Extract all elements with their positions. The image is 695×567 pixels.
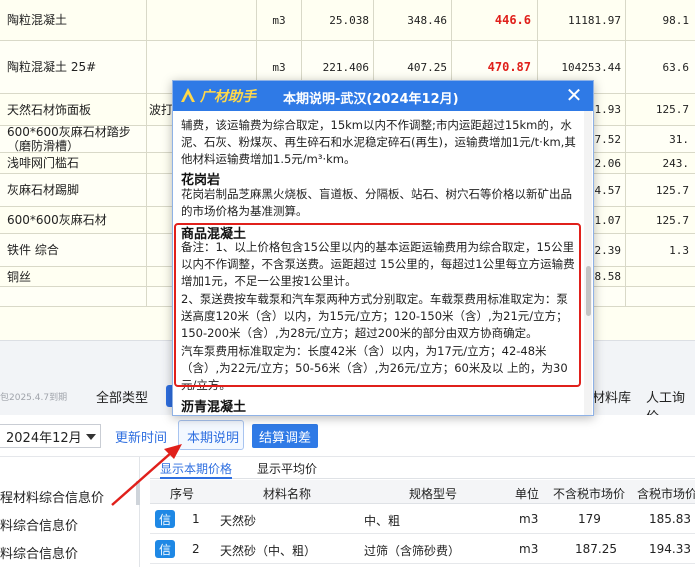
cell-material-name: 铁件 综合 — [0, 234, 147, 266]
tab-average-price[interactable]: 显示平均价 — [257, 460, 317, 477]
period-select-value: 2024年12月 — [6, 430, 82, 446]
price-subtabs: 显示本期价格 显示平均价 — [150, 457, 695, 479]
period-explain-dialog: 广材助手 本期说明-武汉(2024年12月) ✕ 辅费，该运输费为综合取定，15… — [172, 80, 594, 416]
section-title-asphalt: 沥青混凝土 — [181, 400, 247, 415]
cell-seq: 1 — [192, 512, 200, 526]
header-spec: 规格型号 — [409, 487, 458, 501]
cell-material-name: 铜丝 — [0, 267, 147, 286]
cell-diff — [626, 267, 695, 286]
close-icon[interactable]: ✕ — [563, 84, 585, 106]
settle-adjust-button[interactable]: 结算调差 — [252, 424, 318, 448]
cell-ex-tax-price: 187.25 — [575, 542, 617, 556]
cell-diff: 31. — [669, 132, 689, 146]
sidebar-item-engineering-info[interactable]: 程材料综合信息价 — [0, 487, 104, 506]
cell-unit: m3 — [257, 0, 302, 40]
header-inc-tax-price: 含税市场价 — [637, 487, 695, 501]
header-material-name: 材料名称 — [263, 487, 312, 501]
cell-spec: 中、粗 — [364, 514, 401, 528]
cell-diff: 243. — [662, 156, 690, 170]
dialog-scroll-thumb[interactable] — [586, 266, 591, 316]
chevron-down-icon — [86, 434, 96, 440]
sidebar-scroll-marker — [136, 481, 140, 505]
period-select[interactable]: 2024年12月 — [0, 424, 101, 448]
period-explain-button[interactable]: 本期说明 — [187, 427, 239, 446]
section-text-concrete-truck-pump: 汽车泵费用标准取定为：长度42米（含）以内，为17元/立方；42-48米（含）,… — [181, 344, 568, 392]
info-badge-icon[interactable]: 信 — [155, 540, 175, 558]
info-source-sidebar: 程材料综合信息价 料综合信息价 料综合信息价 — [0, 457, 140, 567]
table-row[interactable]: 信 2 天然砂（中、粗） 过筛（含筛砂费） m3 187.25 194.33 — [150, 534, 695, 564]
dialog-title-bar[interactable]: 广材助手 本期说明-武汉(2024年12月) ✕ — [173, 81, 593, 111]
cell-diff: 63.6 — [662, 60, 690, 74]
price-list-panel: 显示本期价格 显示平均价 序号 材料名称 规格型号 单位 不含税市场价 含税市场… — [150, 457, 695, 567]
section-text-concrete-pump: 2、泵送费按车载泵和汽车泵两种方式分别取定。车载泵费用标准取定为：泵送高度120… — [181, 292, 568, 340]
cell-diff — [626, 287, 695, 306]
logo-icon — [181, 88, 195, 102]
table-row[interactable]: 信 1 天然砂 中、粗 m3 179 185.83 — [150, 504, 695, 534]
cell-material-name: 600*600灰麻石材踏步（磨防滑槽） — [0, 126, 147, 152]
update-time-button[interactable]: 更新时间 — [115, 427, 167, 446]
cell-diff: 125.7 — [655, 183, 689, 197]
cell-material-name: 600*600灰麻石材 — [0, 207, 147, 233]
cell-quantity: 25.038 — [302, 0, 374, 40]
cell-material-name: 陶粒混凝土 — [0, 0, 147, 40]
cell-market-price: 446.6 — [452, 0, 538, 40]
brand-logo: 广材助手 — [200, 89, 256, 105]
cell-ex-tax-price: 179 — [578, 512, 601, 526]
header-seq: 序号 — [170, 487, 195, 501]
cell-material-name: 天然砂（中、粗） — [220, 544, 317, 558]
grid-header: 序号 材料名称 规格型号 单位 不含税市场价 含税市场价 — [150, 480, 695, 504]
cell-diff: 125.7 — [655, 103, 689, 116]
cell-inc-tax-price: 185.83 — [649, 512, 691, 526]
cell-spec: 过筛（含筛砂费） — [364, 544, 461, 558]
cell-budget-price: 348.46 — [374, 0, 452, 40]
cell-total: 11181.97 — [538, 0, 626, 40]
cell-diff: 98.1 — [662, 13, 690, 27]
cell-seq: 2 — [192, 542, 200, 556]
table-row[interactable]: 陶粒混凝土 m3 25.038 348.46 446.6 11181.97 98.1 — [0, 0, 695, 41]
version-expiry-text: 包2025.4.7到期 — [0, 393, 68, 403]
cell-material-name — [0, 287, 147, 306]
dialog-scrollbar[interactable] — [584, 111, 592, 415]
cell-spec — [147, 0, 257, 40]
header-ex-tax-price: 不含税市场价 — [553, 487, 626, 501]
cell-diff: 125.7 — [655, 213, 689, 227]
info-badge-icon[interactable]: 信 — [155, 510, 175, 528]
intro-paragraph: 辅费，该运输费为综合取定，15km以内不作调整;市内运距超过15km的，水泥、石… — [181, 118, 576, 166]
cell-material-name: 天然砂 — [220, 514, 257, 528]
tab-current-price[interactable]: 显示本期价格 — [160, 460, 233, 479]
toolbar: 2024年12月 更新时间 本期说明 结算调差 — [0, 415, 695, 457]
cell-material-name: 陶粒混凝土 25# — [0, 41, 147, 93]
cell-diff: 1.3 — [669, 243, 689, 257]
header-unit: 单位 — [515, 487, 540, 501]
section-text-granite: 花岗岩制品芝麻黑火烧板、盲道板、分隔板、站石、树穴石等价格以新矿出品的市场价格为… — [181, 187, 572, 218]
dialog-title: 本期说明-武汉(2024年12月) — [283, 92, 459, 107]
cell-inc-tax-price: 194.33 — [649, 542, 691, 556]
cell-material-name: 灰麻石材踢脚 — [0, 174, 147, 206]
cell-material-name: 天然石材饰面板 — [0, 94, 147, 125]
cell-unit: m3 — [519, 542, 539, 556]
dialog-body: 辅费，该运输费为综合取定，15km以内不作调整;市内运距超过15km的，水泥、石… — [173, 111, 585, 415]
cell-unit: m3 — [519, 512, 539, 526]
sidebar-item-material-info-2[interactable]: 料综合信息价 — [0, 543, 78, 562]
tab-material-library[interactable]: 材料库 — [592, 387, 631, 406]
sidebar-item-material-info[interactable]: 料综合信息价 — [0, 515, 78, 534]
section-text-concrete-note: 备注：1、以上价格包含15公里以内的基本运距运输费用为综合取定，15公里以内不作… — [181, 240, 575, 288]
tab-all-types[interactable]: 全部类型 — [96, 387, 148, 406]
cell-material-name: 浅啡网门槛石 — [0, 153, 147, 173]
